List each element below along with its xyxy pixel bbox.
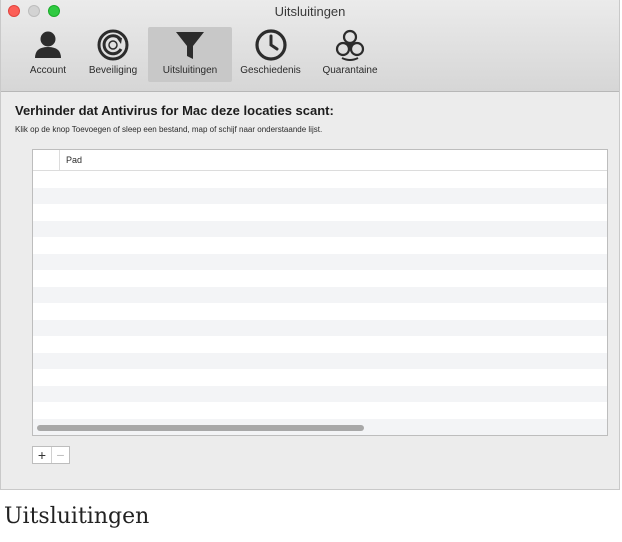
table-row [33, 253, 607, 270]
table-row [33, 220, 607, 237]
horizontal-scrollbar[interactable] [37, 425, 364, 431]
titlebar: Uitsluitingen Account Beveiliging Uitslu… [1, 0, 619, 92]
table-row [33, 352, 607, 369]
shield-refresh-icon [97, 29, 129, 61]
table-header-spacer [33, 150, 60, 170]
remove-button[interactable]: − [51, 447, 69, 463]
add-remove-buttons: + − [32, 446, 70, 464]
instruction-text: Klik op de knop Toevoegen of sleep een b… [15, 125, 323, 134]
tab-geschiedenis-label: Geschiedenis [240, 65, 301, 76]
tab-beveiliging-label: Beveiliging [88, 65, 138, 76]
table-row [33, 237, 607, 254]
column-header-pad[interactable]: Pad [60, 155, 82, 165]
table-row [33, 270, 607, 287]
tab-uitsluitingen-label: Uitsluitingen [162, 65, 218, 76]
exclusions-pane: Verhinder dat Antivirus for Mac deze loc… [1, 91, 619, 489]
table-row [33, 171, 607, 188]
table-header: Pad [33, 150, 607, 171]
table-row [33, 187, 607, 204]
page-title: Verhinder dat Antivirus for Mac deze loc… [15, 103, 334, 118]
table-row [33, 319, 607, 336]
clock-icon [254, 29, 287, 61]
tab-quarantaine-label: Quarantaine [322, 65, 378, 76]
table-body [33, 171, 607, 435]
funnel-icon [176, 32, 204, 59]
preferences-window: Uitsluitingen Account Beveiliging Uitslu… [0, 0, 620, 490]
table-row [33, 204, 607, 221]
tab-account[interactable]: Account [18, 27, 78, 82]
person-icon [35, 31, 61, 58]
tab-quarantaine[interactable]: Quarantaine [309, 27, 391, 82]
table-row [33, 402, 607, 419]
biohazard-icon [335, 29, 365, 61]
exclusions-table[interactable]: Pad [32, 149, 608, 436]
table-row [33, 336, 607, 353]
add-button[interactable]: + [33, 447, 51, 463]
tab-account-label: Account [29, 65, 67, 76]
tab-uitsluitingen[interactable]: Uitsluitingen [148, 27, 232, 82]
table-row [33, 369, 607, 386]
window-title: Uitsluitingen [274, 4, 346, 19]
image-caption: Uitsluitingen [4, 504, 150, 529]
table-row [33, 303, 607, 320]
tab-geschiedenis[interactable]: Geschiedenis [232, 27, 309, 82]
table-row [33, 385, 607, 402]
table-row [33, 286, 607, 303]
preferences-toolbar: Account Beveiliging Uitsluitingen Geschi… [18, 27, 391, 82]
tab-beveiliging[interactable]: Beveiliging [78, 27, 148, 82]
